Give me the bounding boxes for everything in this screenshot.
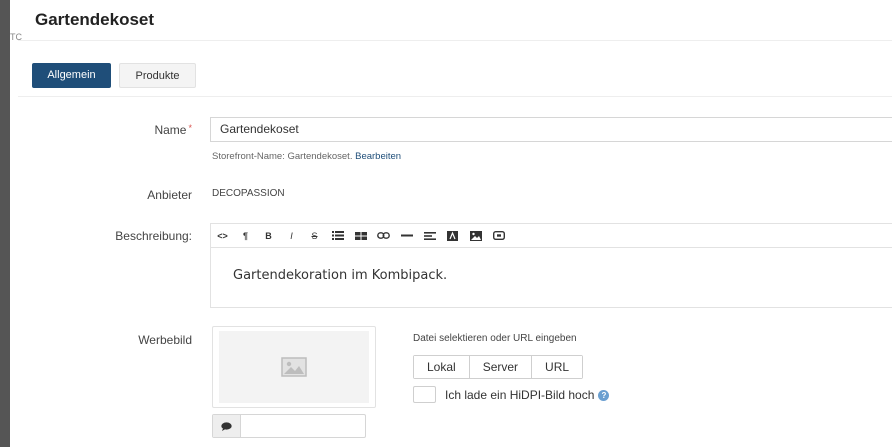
image-preview[interactable] (212, 326, 376, 408)
edit-storefront-link[interactable]: Bearbeiten (355, 151, 401, 162)
table-icon[interactable] (349, 224, 372, 248)
required-marker: * (188, 123, 192, 133)
video-icon[interactable] (487, 224, 510, 248)
name-label-text: Name (154, 123, 187, 137)
storefront-name-text: Storefront-Name: Gartendekoset. (212, 151, 353, 162)
horizontal-rule-icon[interactable] (395, 224, 418, 248)
image-placeholder (219, 331, 369, 403)
image-caption-field[interactable] (212, 414, 366, 438)
italic-icon[interactable]: I (280, 224, 303, 248)
divider (18, 40, 892, 41)
vendor-value: DECOPASSION (212, 188, 285, 199)
image-placeholder-icon (281, 357, 307, 377)
description-label: Beschreibung: (115, 229, 192, 243)
speech-bubble-icon (213, 415, 241, 437)
strikethrough-icon[interactable]: S (303, 224, 326, 248)
vendor-label: Anbieter (147, 188, 192, 202)
link-icon[interactable] (372, 224, 395, 248)
name-label: Name * (154, 123, 192, 137)
unordered-list-icon[interactable] (326, 224, 349, 248)
divider (18, 96, 892, 97)
bold-icon[interactable]: B (257, 224, 280, 248)
description-editor[interactable]: Gartendekoration im Kombipack. (210, 248, 892, 308)
left-sidebar-edge (0, 0, 10, 447)
paragraph-icon[interactable]: ¶ (234, 224, 257, 248)
font-color-icon[interactable] (441, 224, 464, 248)
hidpi-label-text: Ich lade ein HiDPI-Bild hoch (445, 388, 595, 402)
image-label: Werbebild (138, 333, 192, 347)
description-content[interactable]: Gartendekoration im Kombipack. (233, 268, 447, 283)
hidpi-checkbox[interactable] (413, 386, 436, 403)
image-source-buttons: Lokal Server URL (413, 355, 584, 379)
hidpi-label: Ich lade ein HiDPI-Bild hoch ? (445, 388, 610, 402)
editor-toolbar: <> ¶ B I S (210, 223, 892, 248)
name-input[interactable]: Gartendekoset (210, 117, 892, 142)
storefront-name-hint: Storefront-Name: Gartendekoset. Bearbeit… (212, 151, 401, 162)
image-icon[interactable] (464, 224, 487, 248)
code-icon[interactable]: <> (211, 224, 234, 248)
tab-allgemein[interactable]: Allgemein (32, 63, 111, 88)
source-local-button[interactable]: Lokal (414, 356, 470, 378)
file-select-hint: Datei selektieren oder URL eingeben (413, 333, 577, 344)
source-server-button[interactable]: Server (469, 356, 533, 378)
align-icon[interactable] (418, 224, 441, 248)
help-icon[interactable]: ? (598, 389, 610, 401)
source-url-button[interactable]: URL (532, 356, 583, 378)
page-title: Gartendekoset (35, 10, 155, 29)
tab-produkte[interactable]: Produkte (119, 63, 196, 88)
